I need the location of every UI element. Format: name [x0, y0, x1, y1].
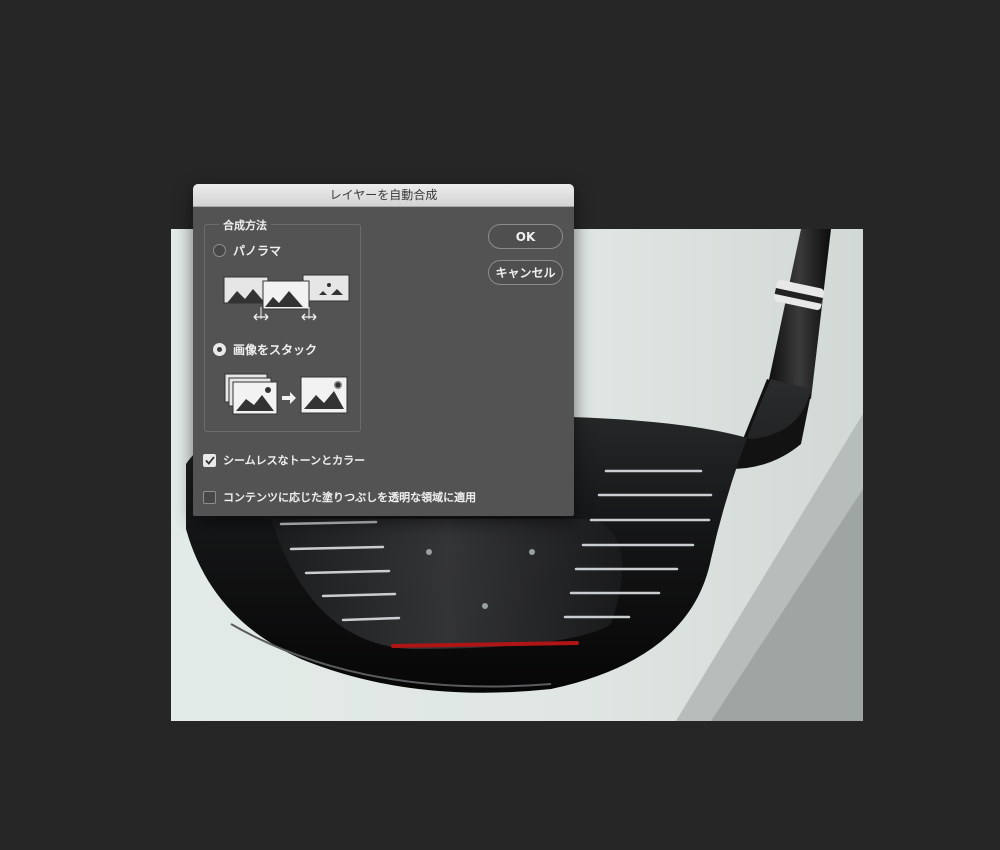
checkbox-content-aware-fill[interactable]: コンテンツに応じた塗りつぶしを透明な領域に適用	[203, 489, 476, 505]
stack-images-illustration-icon	[224, 373, 348, 415]
radio-panorama-button[interactable]	[213, 243, 226, 257]
ok-button[interactable]: OK	[488, 224, 563, 249]
checkbox-seamless-tones-label: シームレスなトーンとカラー	[223, 454, 366, 467]
checkbox-content-aware-fill-box[interactable]	[203, 490, 216, 504]
radio-stack-images-button[interactable]	[213, 342, 226, 356]
radio-panorama-label: パノラマ	[233, 243, 282, 258]
checkmark-icon	[204, 455, 215, 465]
blend-method-legend: 合成方法	[219, 217, 271, 233]
radio-stack-images-label: 画像をスタック	[233, 342, 318, 357]
dialog-title[interactable]: レイヤーを自動合成	[193, 184, 574, 207]
checkbox-seamless-tones-box[interactable]	[203, 453, 216, 467]
panorama-illustration-icon	[223, 274, 350, 321]
radio-panorama[interactable]: パノラマ	[213, 242, 281, 258]
checkbox-content-aware-fill-label: コンテンツに応じた塗りつぶしを透明な領域に適用	[223, 491, 477, 504]
checkbox-seamless-tones[interactable]: シームレスなトーンとカラー	[203, 452, 365, 468]
radio-stack-images[interactable]: 画像をスタック	[213, 341, 317, 357]
cancel-button[interactable]: キャンセル	[488, 260, 563, 285]
auto-blend-layers-dialog: レイヤーを自動合成 合成方法 パノラマ 画像をスタック OK キャンセル シーム…	[193, 184, 574, 516]
